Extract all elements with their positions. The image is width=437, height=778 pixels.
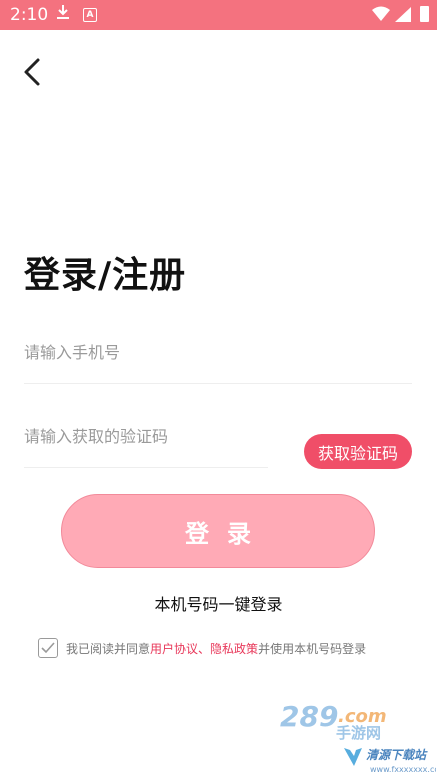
privacy-policy-link[interactable]: 隐私政策 bbox=[210, 640, 258, 657]
battery-icon bbox=[420, 6, 429, 22]
agreement-suffix: 并使用本机号码登录 bbox=[258, 641, 367, 656]
agreement-separator: 、 bbox=[198, 641, 211, 656]
check-icon bbox=[41, 642, 55, 654]
watermark-logo: 289 .com 手游网 bbox=[280, 700, 387, 740]
one-key-login-link[interactable]: 本机号码一键登录 bbox=[0, 591, 437, 615]
download-icon bbox=[57, 5, 69, 19]
verification-code-input[interactable] bbox=[24, 417, 268, 455]
page-title: 登录/注册 bbox=[24, 255, 187, 296]
phone-input[interactable] bbox=[24, 333, 412, 371]
phone-field bbox=[24, 333, 412, 384]
get-code-button[interactable]: 获取验证码 bbox=[304, 434, 412, 469]
watermark-logo-2: 清源下载站 www.fxxxxxxx.com bbox=[344, 748, 436, 774]
svg-text:289: 289 bbox=[280, 700, 338, 733]
agreement-row: 我已阅读并同意 用户协议 、 隐私政策 并使用本机号码登录 bbox=[38, 637, 366, 659]
svg-text:手游网: 手游网 bbox=[336, 724, 381, 740]
agreement-prefix: 我已阅读并同意 bbox=[66, 641, 151, 656]
svg-text:www.fxxxxxxx.com: www.fxxxxxxx.com bbox=[370, 765, 436, 774]
agreement-checkbox[interactable] bbox=[38, 638, 58, 658]
status-bar: 2:10 A bbox=[0, 0, 437, 30]
user-agreement-link[interactable]: 用户协议 bbox=[150, 640, 198, 657]
status-time: 2:10 bbox=[10, 5, 49, 25]
login-button[interactable]: 登录 bbox=[61, 494, 375, 568]
a-badge-icon: A bbox=[83, 8, 97, 22]
wifi-icon bbox=[372, 6, 390, 21]
signal-icon bbox=[395, 7, 411, 22]
chevron-left-icon[interactable] bbox=[18, 56, 46, 88]
code-field bbox=[24, 417, 268, 468]
svg-text:清源下载站: 清源下载站 bbox=[366, 748, 428, 762]
